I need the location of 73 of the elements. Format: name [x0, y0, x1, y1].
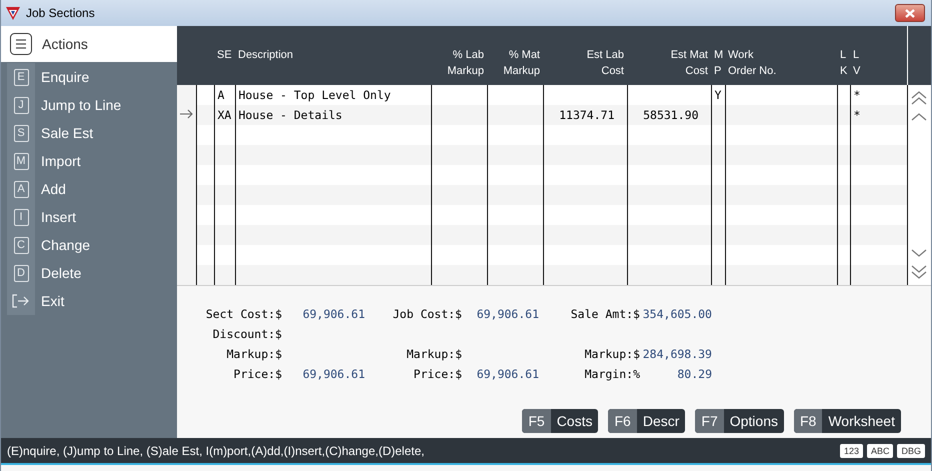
close-button[interactable]	[895, 4, 925, 22]
column-header: Est Mat Cost	[670, 49, 708, 77]
window-title: Job Sections	[26, 6, 96, 20]
table-cell: House - Details	[238, 108, 342, 122]
summary-value: 80.29	[677, 367, 712, 381]
function-key-button[interactable]: F6 Descr	[608, 409, 686, 433]
table-cell: House - Top Level Only	[238, 88, 391, 102]
summary-value: 69,906.61	[476, 307, 539, 321]
action-item[interactable]: M Import	[1, 147, 177, 175]
table-cell: 11374.71	[559, 108, 614, 122]
key-badge: E	[14, 68, 28, 86]
summary-label: Markup:$	[584, 347, 640, 361]
action-item[interactable]: I Insert	[1, 203, 177, 231]
column-header: M P	[714, 49, 724, 77]
summary-label: Sect Cost:$	[206, 307, 282, 321]
summary-label: Markup:$	[406, 347, 462, 361]
status-text: (E)nquire, (J)ump to Line, (S)ale Est, I(m)port,(A)dd,(I)nsert,(C)hange,(D)elete,	[7, 444, 426, 458]
function-key-button[interactable]: F5 Costs	[522, 409, 598, 433]
scroll-top-icon[interactable]	[911, 91, 928, 105]
summary-value: 69,906.61	[302, 367, 365, 381]
key-badge: J	[14, 96, 28, 114]
table-cell: *	[854, 108, 860, 122]
column-header: Description	[238, 49, 294, 61]
scroll-bottom-icon[interactable]	[911, 265, 928, 279]
current-row-arrow-icon	[180, 109, 193, 119]
action-item[interactable]: E Enquire	[1, 63, 177, 91]
column-header: Est Lab Cost	[586, 49, 624, 77]
table-cell: 58531.90	[643, 108, 698, 122]
action-item[interactable]: Exit	[1, 287, 177, 315]
summary-label: Job Cost:$	[392, 307, 462, 321]
action-item[interactable]: A Add	[1, 175, 177, 203]
column-header: L K	[840, 49, 848, 77]
scroll-down-icon[interactable]	[911, 249, 928, 257]
scroll-up-icon[interactable]	[911, 113, 928, 121]
summary-value: 69,906.61	[302, 307, 365, 321]
summary-label: Markup:$	[226, 347, 282, 361]
key-badge: M	[14, 152, 28, 170]
key-badge: C	[14, 236, 28, 254]
column-header: L V	[853, 49, 860, 77]
summary-label: Margin:%	[584, 367, 640, 381]
menu-icon[interactable]	[10, 33, 32, 55]
column-header: % Lab Markup	[447, 49, 484, 77]
summary-value: 354,605.00	[642, 307, 712, 321]
function-key-button[interactable]: F8 Worksheet	[794, 409, 901, 433]
summary-label: Discount:$	[212, 327, 282, 341]
table-cell: *	[854, 88, 860, 102]
mode-indicator[interactable]: 123	[840, 444, 863, 458]
table-cell: XA	[218, 108, 232, 122]
table-cell: A	[218, 88, 224, 102]
summary-label: Price:$	[414, 367, 462, 381]
mode-indicator[interactable]: DBG	[897, 444, 925, 458]
column-header: Work Order No.	[728, 49, 776, 77]
key-badge: D	[14, 264, 28, 282]
action-item[interactable]: J Jump to Line	[1, 91, 177, 119]
action-item[interactable]: S Sale Est	[1, 119, 177, 147]
table-cell: Y	[714, 88, 722, 102]
sidebar-title: Actions	[42, 36, 88, 52]
mode-indicator[interactable]: ABC	[866, 444, 894, 458]
function-key-button[interactable]: F7 Options	[695, 409, 784, 433]
summary-label: Sale Amt:$	[570, 307, 640, 321]
action-item[interactable]: C Change	[1, 231, 177, 259]
exit-icon	[12, 294, 30, 308]
close-icon	[905, 8, 915, 18]
summary-value: 284,698.39	[642, 347, 712, 361]
key-badge: I	[14, 208, 28, 226]
key-badge: S	[14, 124, 28, 142]
summary-value: 69,906.61	[476, 367, 539, 381]
summary-label: Price:$	[234, 367, 282, 381]
column-header: SE	[217, 49, 232, 61]
logo-icon	[6, 6, 20, 20]
action-item[interactable]: D Delete	[1, 259, 177, 287]
key-badge: A	[14, 180, 28, 198]
column-header: % Mat Markup	[503, 49, 540, 77]
